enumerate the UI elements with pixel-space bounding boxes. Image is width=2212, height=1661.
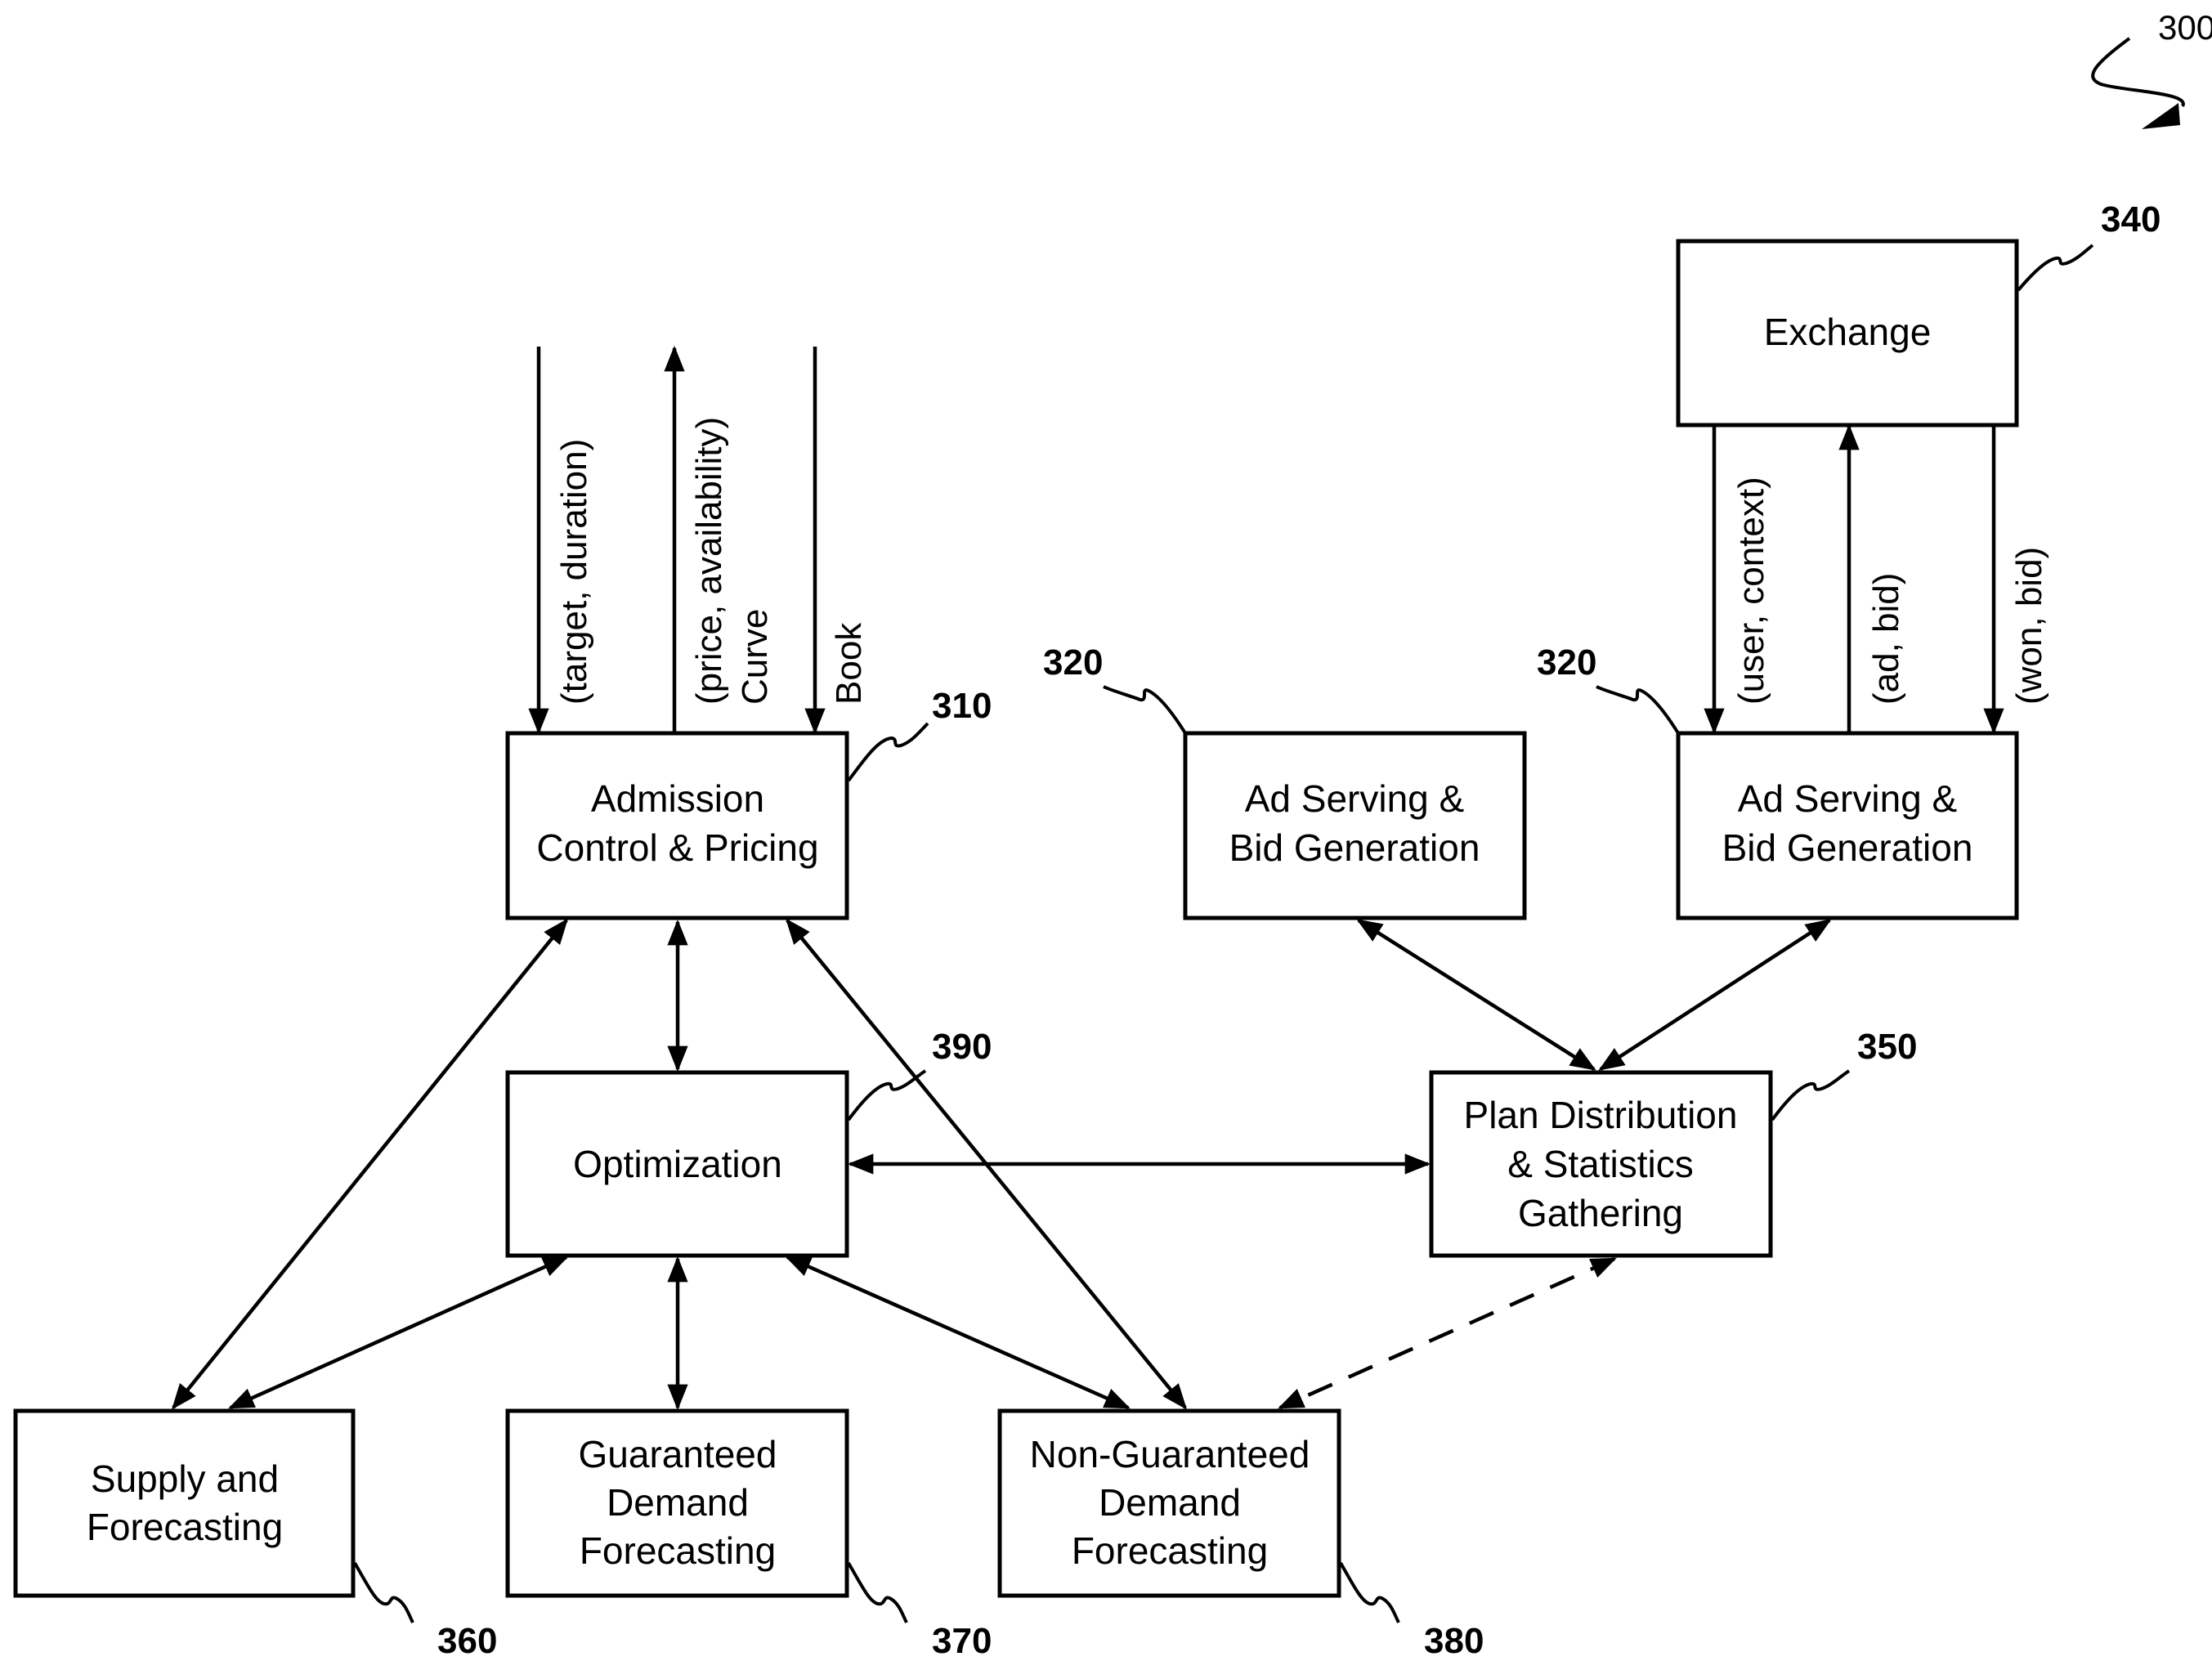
ref-350-label: 350 xyxy=(1857,1027,1917,1067)
block-ad-serving-1-label-line1: Ad Serving & xyxy=(1245,777,1464,820)
block-plan-distribution[interactable]: Plan Distribution & Statistics Gathering xyxy=(1429,1070,1773,1258)
block-exchange[interactable]: Exchange xyxy=(1676,239,2019,428)
block-guaranteed-label-line3: Forecasting xyxy=(580,1529,776,1572)
ref-380-label: 380 xyxy=(1424,1621,1484,1661)
block-admission-label-line1: Admission xyxy=(591,777,764,820)
ref-340: 340 xyxy=(2017,199,2161,292)
block-exchange-label: Exchange xyxy=(1764,311,1932,353)
block-guaranteed-label-line2: Demand xyxy=(607,1481,749,1524)
flow-label-user-context: (user, context) xyxy=(1731,477,1771,705)
block-non-guaranteed-label-line1: Non-Guaranteed xyxy=(1030,1433,1310,1475)
ref-380-leader xyxy=(1339,1562,1400,1623)
ref-310: 310 xyxy=(847,686,992,782)
block-plan-label-line3: Gathering xyxy=(1518,1192,1683,1234)
block-plan-label-line2: & Statistics xyxy=(1507,1143,1694,1185)
ref-320-a: 320 xyxy=(1043,642,1187,735)
block-ad-serving-2[interactable]: Ad Serving & Bid Generation xyxy=(1676,731,2019,920)
ref-390-label: 390 xyxy=(932,1027,992,1067)
ref-320-a-leader xyxy=(1103,685,1187,735)
ref-320-b: 320 xyxy=(1537,642,1680,735)
ref-370-leader xyxy=(847,1562,908,1623)
block-optimization-label: Optimization xyxy=(573,1143,782,1185)
figure-ref-arrowhead-icon xyxy=(2142,103,2180,129)
ref-380: 380 xyxy=(1339,1562,1484,1661)
block-guaranteed-demand[interactable]: Guaranteed Demand Forecasting xyxy=(505,1408,849,1598)
figure-ref-label: 300 xyxy=(2158,8,2212,47)
block-non-guaranteed-label-line2: Demand xyxy=(1099,1481,1241,1524)
flow-label-price-availability: (price, availability) xyxy=(689,417,729,705)
ref-320-b-label: 320 xyxy=(1537,642,1596,683)
block-admission-control-pricing[interactable]: Admission Control & Pricing xyxy=(505,731,849,920)
ref-350: 350 xyxy=(1771,1027,1917,1122)
flow-label-book: Book xyxy=(829,622,869,705)
flow-label-ad-bid: (ad, bid) xyxy=(1866,573,1906,705)
link-optimization-supply xyxy=(228,1255,569,1410)
block-supply-label-line2: Forecasting xyxy=(87,1506,283,1548)
block-supply-forecasting[interactable]: Supply and Forecasting xyxy=(13,1408,356,1598)
link-optimization-non-guaranteed xyxy=(785,1255,1131,1410)
flow-label-won-bid: (won, bid) xyxy=(2009,547,2049,705)
ref-360-leader xyxy=(353,1562,414,1623)
block-supply-label-line1: Supply and xyxy=(91,1457,279,1500)
link-adserving2-plan xyxy=(1598,919,1832,1071)
block-plan-label-line1: Plan Distribution xyxy=(1464,1094,1738,1136)
ref-350-leader xyxy=(1771,1069,1851,1122)
link-adserving1-plan xyxy=(1356,919,1596,1071)
ref-320-b-leader xyxy=(1596,685,1680,735)
flow-label-target-duration: (target, duration) xyxy=(554,439,594,705)
system-diagram: 300 (target, duration) (price, availabil… xyxy=(13,8,2212,1661)
ref-390-leader xyxy=(847,1069,927,1122)
ref-370: 370 xyxy=(847,1562,992,1661)
ref-320-a-label: 320 xyxy=(1043,642,1103,683)
ref-310-leader xyxy=(847,722,929,782)
ref-360-label: 360 xyxy=(437,1621,497,1661)
ref-370-label: 370 xyxy=(932,1621,992,1661)
block-non-guaranteed-demand[interactable]: Non-Guaranteed Demand Forecasting xyxy=(997,1408,1341,1598)
block-ad-serving-1[interactable]: Ad Serving & Bid Generation xyxy=(1183,731,1527,920)
ref-360: 360 xyxy=(353,1562,497,1661)
ref-340-leader xyxy=(2017,244,2094,292)
block-ad-serving-2-label-line2: Bid Generation xyxy=(1722,826,1973,869)
block-admission-label-line2: Control & Pricing xyxy=(536,826,818,869)
block-guaranteed-label-line1: Guaranteed xyxy=(579,1433,777,1475)
flow-label-curve: Curve xyxy=(735,609,775,705)
figure-ref-squiggle xyxy=(2091,37,2185,108)
block-ad-serving-2-label-line1: Ad Serving & xyxy=(1738,777,1957,820)
block-non-guaranteed-label-line3: Forecasting xyxy=(1072,1529,1268,1572)
link-plan-non-guaranteed-dashed xyxy=(1278,1256,1617,1410)
ref-310-label: 310 xyxy=(932,686,992,726)
block-optimization[interactable]: Optimization xyxy=(505,1070,849,1258)
ref-390: 390 xyxy=(847,1027,992,1122)
block-ad-serving-1-label-line2: Bid Generation xyxy=(1229,826,1480,869)
figure-ref-300: 300 xyxy=(2091,8,2212,129)
ref-340-label: 340 xyxy=(2101,199,2161,240)
